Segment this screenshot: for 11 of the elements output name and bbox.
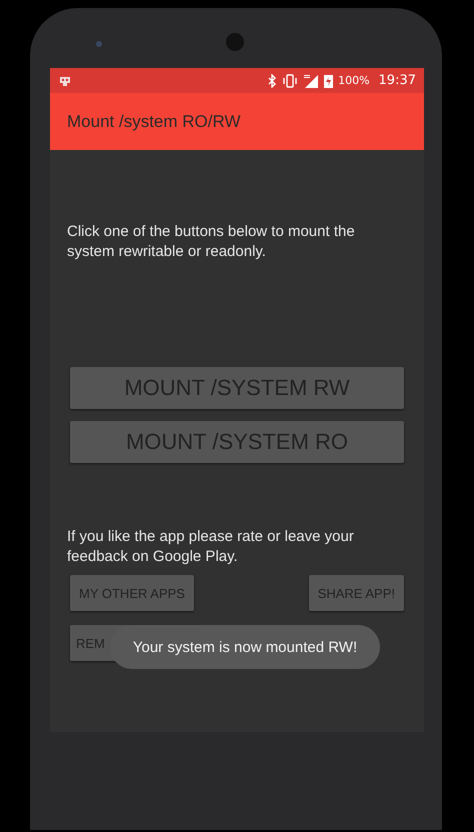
bluetooth-icon <box>267 74 278 88</box>
vibrate-icon <box>282 74 298 88</box>
signal-icon <box>303 74 320 88</box>
app-title: Mount /system RO/RW <box>67 112 240 132</box>
clock-time: 19:37 <box>378 73 416 88</box>
speaker-icon <box>226 33 244 51</box>
rate-text: If you like the app please rate or leave your feedback on Google Play. <box>67 527 355 567</box>
instruction-text: Click one of the buttons below to mount the system rewritable or readonly. <box>67 222 356 262</box>
camera-icon <box>96 41 102 47</box>
battery-icon <box>324 74 334 88</box>
battery-level: 100% <box>338 74 370 87</box>
